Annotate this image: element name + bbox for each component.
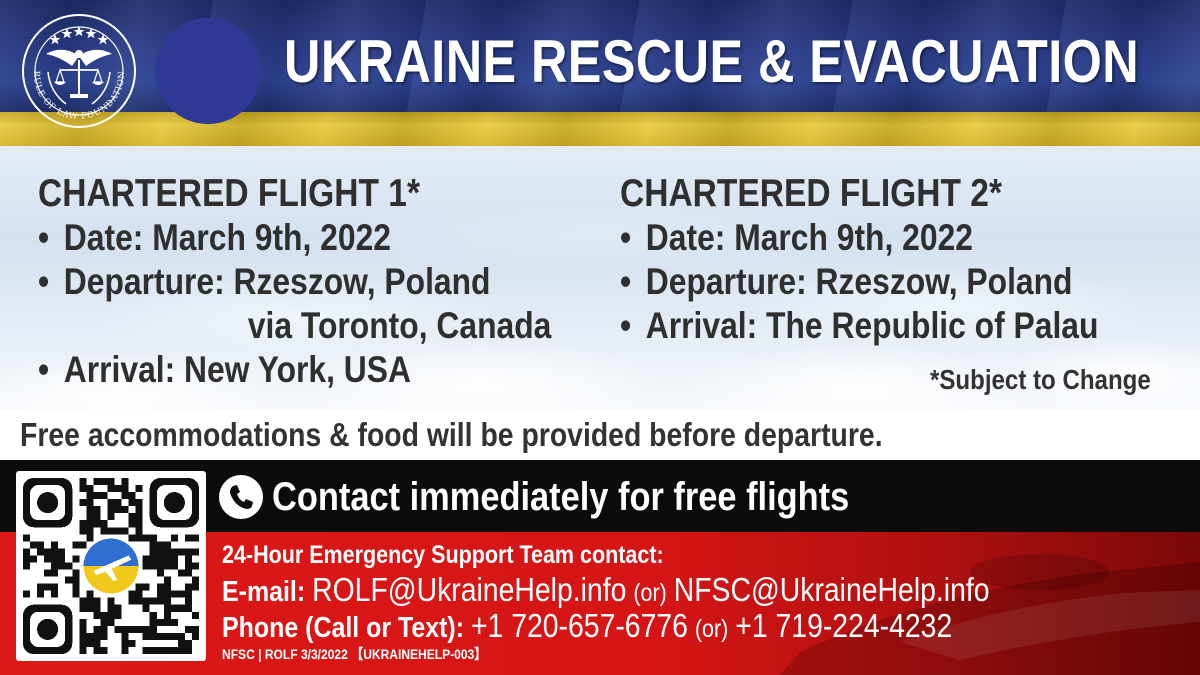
email-link-nfsc[interactable]: NFSC@UkraineHelp.info [674,571,990,608]
phone-icon [219,475,263,519]
flight-1-departure: • Departure: Rzeszow, Poland [38,260,551,304]
flight-1-date: • Date: March 9th, 2022 [38,216,551,260]
flight-2-details: CHARTERED FLIGHT 2* • Date: March 9th, 20… [620,172,1176,348]
bullet: • [38,261,50,302]
flight-1-arrival-text: Arrival: New York, USA [63,349,411,390]
evacuation-flyer: RULE OF LAW FOUNDATION UKRAINE RESCUE & … [0,0,1200,675]
flag-yellow-stripe [0,112,1200,146]
qr-code-icon [23,478,199,654]
flight-2-arrival-text: Arrival: The Republic of Palau [645,305,1099,346]
bullet: • [620,261,632,302]
flight-2-arrival: • Arrival: The Republic of Palau [620,304,1098,348]
email-label: E-mail: [222,576,306,608]
flight-2-departure-text: Departure: Rzeszow, Poland [645,261,1073,302]
bullet: • [620,217,632,258]
footer-reference: NFSC | ROLF 3/3/2022 【UKRAINEHELP-003】 [222,646,487,662]
flight-2-date: • Date: March 9th, 2022 [620,216,1098,260]
accommodation-text: Free accommodations & food will be provi… [20,416,883,453]
flight-1-date-text: Date: March 9th, 2022 [63,217,391,258]
flight-1-arrival: • Arrival: New York, USA [38,348,551,392]
blurred-logo [155,18,261,124]
or-separator: (or) [694,615,729,643]
page-title: UKRAINE RESCUE & EVACUATION [284,28,1140,95]
bullet: • [38,349,50,390]
phone-label: Phone (Call or Text): [222,612,465,644]
contact-heading: Contact immediately for free flights [272,475,850,519]
header-banner: RULE OF LAW FOUNDATION UKRAINE RESCUE & … [0,0,1200,146]
flight-1-departure-text: Departure: Rzeszow, Poland [63,261,491,302]
email-line: E-mail: ROLF@UkraineHelp.info (or) NFSC@… [222,570,990,610]
phone-link-1[interactable]: +1 720-657-6776 [471,607,688,644]
support-team-label: 24-Hour Emergency Support Team contact: [222,541,664,569]
airplane-icon [81,536,141,596]
email-link-rolf[interactable]: ROLF@UkraineHelp.info [312,571,626,608]
phone-link-2[interactable]: +1 719-224-4232 [735,607,952,644]
flight-1-heading: CHARTERED FLIGHT 1* [38,172,421,215]
bullet: • [38,217,50,258]
flight-2-departure: • Departure: Rzeszow, Poland [620,260,1098,304]
flight-1-details: CHARTERED FLIGHT 1* • Date: March 9th, 20… [38,172,635,392]
subject-to-change-note: *Subject to Change [930,364,1151,395]
qr-code[interactable] [16,471,206,661]
or-separator: (or) [633,579,667,607]
phone-line: Phone (Call or Text): +1 720-657-6776 (o… [222,606,952,646]
flight-2-date-text: Date: March 9th, 2022 [645,217,973,258]
flight-1-via: via Toronto, Canada [247,305,552,346]
flight-2-heading: CHARTERED FLIGHT 2* [620,172,1003,215]
seal-emblem-icon: RULE OF LAW FOUNDATION [22,14,136,128]
bullet: • [620,305,632,346]
